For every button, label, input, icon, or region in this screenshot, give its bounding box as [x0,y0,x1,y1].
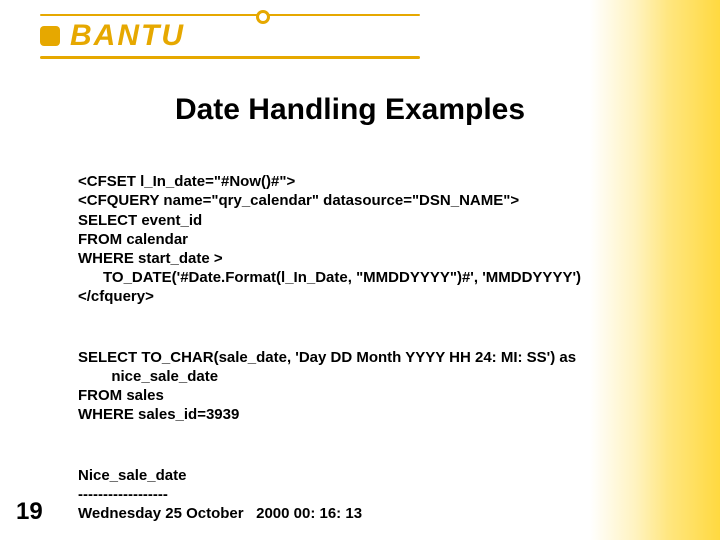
logo-block: BANTU [40,14,420,59]
logo-rule-bottom [40,56,420,59]
code-block-2: SELECT TO_CHAR(sale_date, 'Day DD Month … [78,348,640,425]
logo-rule-top [40,14,420,16]
slide-header: BANTU [0,0,720,59]
logo-bullet-icon [40,26,60,46]
slide-body: <CFSET l_In_date="#Now()#"> <CFQUERY nam… [78,153,640,540]
code-block-1: <CFSET l_In_date="#Now()#"> <CFQUERY nam… [78,172,640,306]
logo-text: BANTU [70,19,185,53]
logo-row: BANTU [40,18,420,54]
slide-title: Date Handling Examples [70,93,630,127]
code-block-3: Nice_sale_date ------------------ Wednes… [78,466,640,524]
logo-dot-icon [256,10,270,24]
page-number: 19 [16,498,43,526]
